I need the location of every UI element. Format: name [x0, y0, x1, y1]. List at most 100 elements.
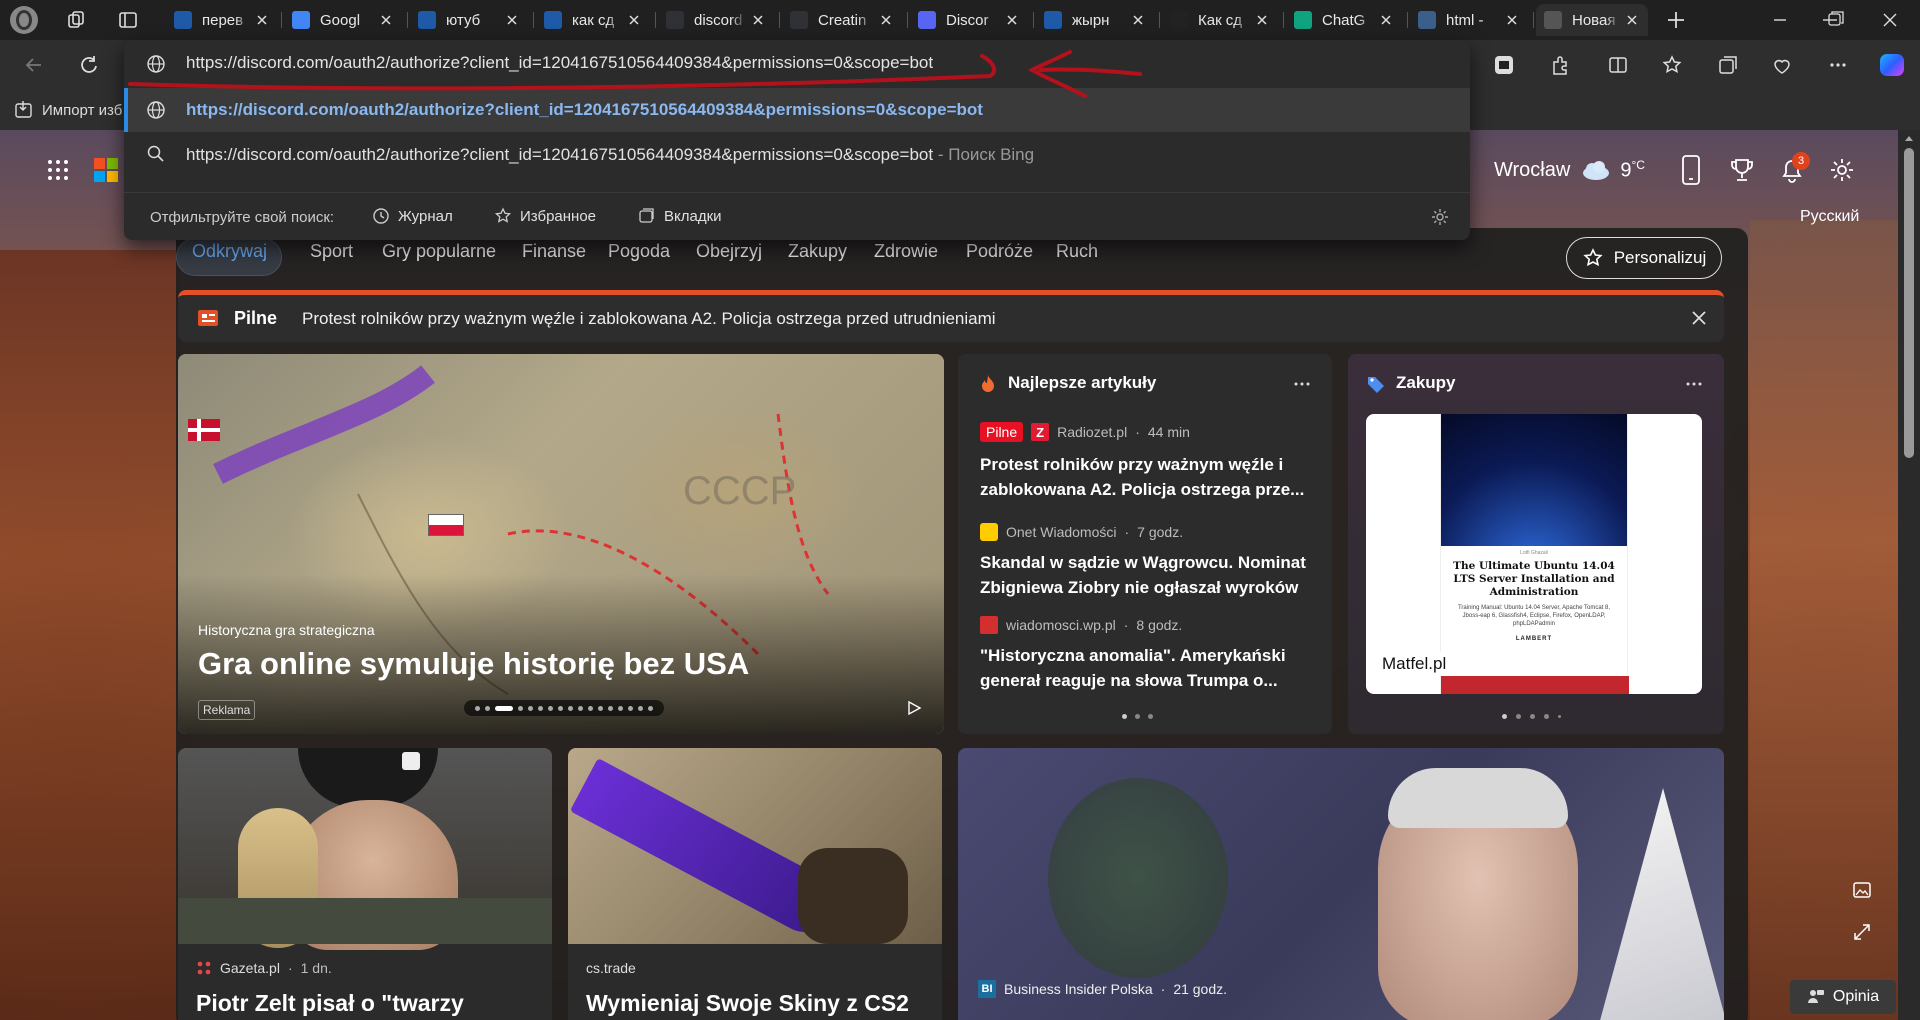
- tab-10[interactable]: html -: [1410, 4, 1528, 36]
- close-tab-icon[interactable]: [254, 12, 270, 28]
- top-articles-dots[interactable]: [1122, 714, 1153, 719]
- tab-6[interactable]: Discor: [910, 4, 1028, 36]
- nav-item-1[interactable]: Sport: [310, 241, 353, 262]
- tab-8[interactable]: Как сд: [1162, 4, 1278, 36]
- tab-0[interactable]: перев: [166, 4, 278, 36]
- carousel-dot[interactable]: [648, 705, 653, 711]
- carousel-dot[interactable]: [628, 705, 633, 711]
- carousel-dot[interactable]: [568, 705, 573, 711]
- apps-launcher-icon[interactable]: [46, 158, 70, 182]
- settings-gear-icon[interactable]: [1828, 156, 1856, 184]
- close-tab-icon[interactable]: [1504, 12, 1520, 28]
- close-tab-icon[interactable]: [626, 12, 642, 28]
- nav-item-5[interactable]: Obejrzyj: [696, 241, 762, 262]
- article-item[interactable]: Pilne Z Radiozet.pl · 44 min Protest roln…: [980, 420, 1320, 502]
- hero-carousel-dots[interactable]: [464, 700, 664, 716]
- carousel-dot[interactable]: [495, 705, 513, 711]
- tab-1[interactable]: Googl: [284, 4, 402, 36]
- personalize-button[interactable]: Personalizuj: [1566, 237, 1722, 279]
- browser-essentials-icon[interactable]: [1768, 51, 1796, 79]
- workspaces-icon[interactable]: [66, 10, 86, 30]
- profile-avatar[interactable]: [10, 6, 38, 34]
- filter-tabs[interactable]: Вкладки: [638, 207, 722, 225]
- close-tab-icon[interactable]: [750, 12, 766, 28]
- expand-icon[interactable]: [1852, 922, 1872, 942]
- close-tab-icon[interactable]: [378, 12, 394, 28]
- carousel-dot[interactable]: [608, 705, 613, 711]
- suggestion-search[interactable]: https://discord.com/oauth2/authorize?cli…: [124, 132, 1470, 178]
- background-image-icon[interactable]: [1852, 880, 1872, 900]
- tab-2[interactable]: ютуб: [410, 4, 528, 36]
- maximize-button[interactable]: [1823, 8, 1847, 32]
- carousel-dot[interactable]: [598, 705, 603, 711]
- import-favorites-button[interactable]: Импорт изб: [14, 100, 122, 120]
- article-item[interactable]: wiadomosci.wp.pl · 8 godz. "Historyczna a…: [980, 613, 1320, 693]
- close-tab-icon[interactable]: [1624, 12, 1640, 28]
- close-tab-icon[interactable]: [1254, 12, 1270, 28]
- carousel-dot[interactable]: [485, 705, 490, 711]
- carousel-dot[interactable]: [475, 705, 480, 711]
- carousel-dot[interactable]: [588, 705, 593, 711]
- product-tile[interactable]: Lotfi Ghazali The Ultimate Ubuntu 14.04 …: [1366, 414, 1702, 694]
- article-item[interactable]: Onet Wiadomości · 7 godz. Skandal w sądzi…: [980, 520, 1320, 600]
- refresh-button[interactable]: [74, 51, 102, 79]
- feedback-button[interactable]: Opinia: [1790, 980, 1896, 1014]
- carousel-dot[interactable]: [548, 705, 553, 711]
- collections-icon[interactable]: [1714, 51, 1742, 79]
- nav-item-7[interactable]: Zdrowie: [874, 241, 938, 262]
- large-news-card[interactable]: BI Business Insider Polska · 21 godz.: [958, 748, 1724, 1020]
- back-button[interactable]: [20, 51, 48, 79]
- hero-card[interactable]: CCCP Historyczna gra strategiczna Gra on…: [178, 354, 944, 734]
- news-card[interactable]: Gazeta.pl · 1 dn. Piotr Zelt pisał o "twa…: [178, 748, 552, 1020]
- tab-actions-icon[interactable]: [118, 10, 138, 30]
- favorites-icon[interactable]: [1658, 51, 1686, 79]
- copilot-icon[interactable]: [1878, 51, 1906, 79]
- carousel-dot[interactable]: [528, 705, 533, 711]
- carousel-dot[interactable]: [538, 705, 543, 711]
- tab-11[interactable]: Новая: [1536, 4, 1648, 36]
- top-articles-more-icon[interactable]: [1292, 374, 1312, 394]
- nav-item-6[interactable]: Zakupy: [788, 241, 847, 262]
- nav-item-4[interactable]: Pogoda: [608, 241, 670, 262]
- filter-favorites[interactable]: Избранное: [494, 207, 596, 225]
- close-window-button[interactable]: [1878, 8, 1902, 32]
- tab-3[interactable]: как сд: [536, 4, 650, 36]
- nav-item-3[interactable]: Finanse: [522, 241, 586, 262]
- close-tab-icon[interactable]: [504, 12, 520, 28]
- close-tab-icon[interactable]: [1378, 12, 1394, 28]
- search-settings-gear-icon[interactable]: [1430, 207, 1450, 227]
- tab-9[interactable]: ChatG: [1286, 4, 1402, 36]
- tab-5[interactable]: Creatin: [782, 4, 902, 36]
- breaking-news-bar[interactable]: Pilne Protest rolników przy ważnym węźle…: [178, 290, 1724, 342]
- new-tab-button[interactable]: [1664, 8, 1688, 32]
- nav-item-2[interactable]: Gry popularne: [382, 241, 496, 262]
- phone-icon[interactable]: [1680, 154, 1702, 186]
- rewards-trophy-icon[interactable]: [1728, 156, 1756, 184]
- extension-icon[interactable]: [1490, 51, 1518, 79]
- page-scrollbar[interactable]: [1898, 130, 1920, 1020]
- carousel-dot[interactable]: [518, 705, 523, 711]
- language-selector[interactable]: Русский: [1800, 208, 1859, 226]
- split-screen-icon[interactable]: [1604, 51, 1632, 79]
- shopping-more-icon[interactable]: [1684, 374, 1704, 394]
- ad-card[interactable]: cs.trade Wymieniaj Swoje Skiny z CS2: [568, 748, 942, 1020]
- carousel-dot[interactable]: [578, 705, 583, 711]
- tab-4[interactable]: discord: [658, 4, 774, 36]
- minimize-window-button[interactable]: [1768, 8, 1792, 32]
- adchoices-icon[interactable]: [906, 700, 922, 716]
- shopping-dots[interactable]: [1502, 714, 1561, 719]
- close-tab-icon[interactable]: [1130, 12, 1146, 28]
- nav-item-9[interactable]: Ruch: [1056, 241, 1098, 262]
- close-tab-icon[interactable]: [878, 12, 894, 28]
- close-tab-icon[interactable]: [1004, 12, 1020, 28]
- carousel-dot[interactable]: [638, 705, 643, 711]
- tab-7[interactable]: жырн: [1036, 4, 1154, 36]
- filter-history[interactable]: Журнал: [372, 207, 453, 225]
- more-menu-icon[interactable]: [1824, 51, 1852, 79]
- carousel-dot[interactable]: [618, 705, 623, 711]
- nav-item-0[interactable]: Odkrywaj: [192, 241, 267, 262]
- close-breaking-icon[interactable]: [1690, 309, 1708, 327]
- carousel-dot[interactable]: [558, 705, 563, 711]
- weather-widget[interactable]: Wrocław 9°C: [1494, 158, 1645, 183]
- extensions-icon[interactable]: [1546, 51, 1574, 79]
